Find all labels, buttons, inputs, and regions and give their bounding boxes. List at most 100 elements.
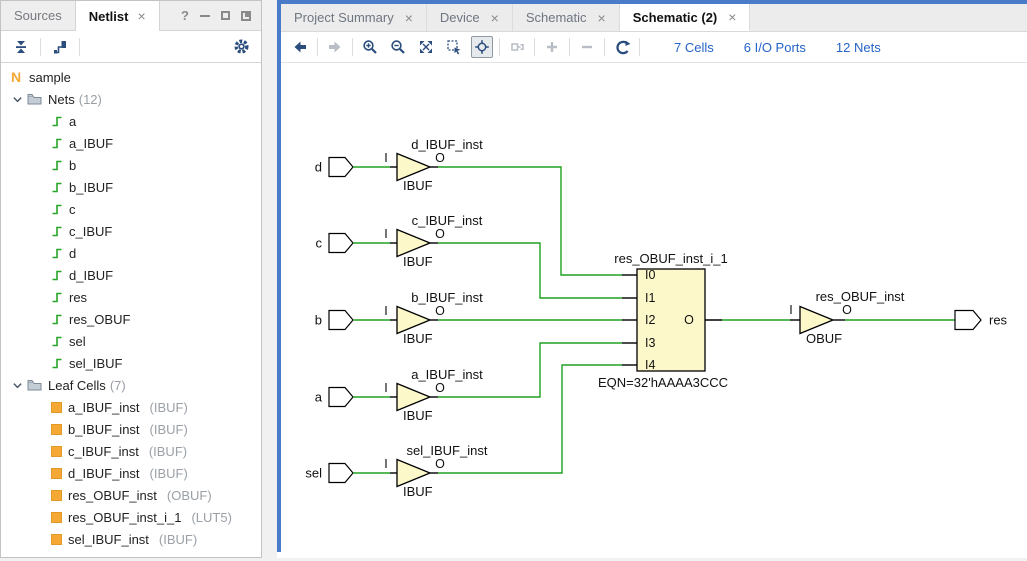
list-item[interactable]: sel_IBUF_inst(IBUF)	[1, 528, 261, 550]
list-item[interactable]: d	[1, 242, 261, 264]
list-item[interactable]: res_OBUF_inst(OBUF)	[1, 484, 261, 506]
expand-netlist-button[interactable]	[49, 36, 71, 58]
list-item[interactable]: b_IBUF	[1, 176, 261, 198]
zoom-fit-icon	[418, 39, 434, 55]
gear-icon	[233, 38, 250, 55]
obuf-cell[interactable]	[800, 307, 833, 334]
cell-icon	[51, 534, 62, 545]
list-item[interactable]: c	[1, 198, 261, 220]
tree-group-leaf-cells[interactable]: Leaf Cells (7)	[1, 374, 261, 396]
net-icon	[51, 335, 63, 347]
schematic-panel: Project Summary × Device × Schematic × S…	[277, 0, 1027, 558]
net-icon	[51, 137, 63, 149]
net-icon	[51, 115, 63, 127]
cell-icon	[51, 512, 62, 523]
ibuf-cell[interactable]	[397, 384, 430, 411]
list-item[interactable]: a_IBUF_inst(IBUF)	[1, 396, 261, 418]
pin-o-label: O	[842, 303, 852, 317]
list-item[interactable]: a	[1, 110, 261, 132]
list-item[interactable]: d_IBUF_inst(IBUF)	[1, 462, 261, 484]
list-item[interactable]: sel_IBUF	[1, 352, 261, 374]
cell-type: (OBUF)	[167, 488, 212, 503]
list-item[interactable]: c_IBUF_inst(IBUF)	[1, 440, 261, 462]
input-port[interactable]	[329, 158, 353, 177]
instance-label: res_OBUF_inst	[816, 289, 905, 304]
list-item[interactable]: res	[1, 286, 261, 308]
left-panel-tabbar: Sources Netlist × ?	[1, 1, 261, 31]
tab-device[interactable]: Device ×	[427, 4, 513, 31]
tab-netlist[interactable]: Netlist ×	[75, 1, 160, 31]
list-item[interactable]: b_IBUF_inst(IBUF)	[1, 418, 261, 440]
chevron-down-icon[interactable]	[12, 94, 25, 105]
collapse-all-button[interactable]	[10, 36, 32, 58]
root-label: sample	[29, 70, 71, 85]
cell-type: (IBUF)	[149, 444, 187, 459]
cell-type: (IBUF)	[150, 466, 188, 481]
close-icon[interactable]: ×	[598, 11, 606, 25]
net-name: res_OBUF	[69, 312, 130, 327]
netlist-icon	[52, 39, 68, 55]
close-icon[interactable]: ×	[137, 9, 145, 23]
net-icon	[51, 225, 63, 237]
lut-pin-i1: I1	[645, 291, 655, 305]
schematic-canvas[interactable]: d I O d_IBUF_inst IBUF c I O	[277, 63, 1027, 558]
minus-icon	[579, 39, 595, 55]
tab-project-summary[interactable]: Project Summary ×	[281, 4, 427, 31]
forward-button[interactable]	[324, 36, 346, 58]
minimize-icon[interactable]	[200, 15, 210, 17]
tab-label: Device	[440, 10, 480, 25]
cell-type-label: IBUF	[403, 254, 433, 269]
tab-sources[interactable]: Sources	[1, 1, 75, 30]
regenerate-button[interactable]	[611, 36, 633, 58]
list-item[interactable]: res_OBUF	[1, 308, 261, 330]
list-item[interactable]: res_OBUF_inst_i_1(LUT5)	[1, 506, 261, 528]
maximize-icon[interactable]	[221, 11, 230, 20]
ibuf-cell[interactable]	[397, 230, 430, 257]
zoom-in-button[interactable]	[359, 36, 381, 58]
remove-button[interactable]	[576, 36, 598, 58]
tab-schematic[interactable]: Schematic ×	[513, 4, 620, 31]
divider	[569, 38, 570, 56]
autofit-selection-button[interactable]	[471, 36, 493, 58]
add-button[interactable]	[541, 36, 563, 58]
pin-i-label: I	[384, 381, 387, 395]
output-port[interactable]	[955, 311, 981, 330]
close-icon[interactable]: ×	[491, 11, 499, 25]
float-icon[interactable]	[241, 11, 251, 21]
zoom-fit-button[interactable]	[415, 36, 437, 58]
list-item[interactable]: c_IBUF	[1, 220, 261, 242]
tree-root[interactable]: N sample	[1, 66, 261, 88]
tree-group-nets[interactable]: Nets (12)	[1, 88, 261, 110]
zoom-area-button[interactable]	[443, 36, 465, 58]
list-item[interactable]: a_IBUF	[1, 132, 261, 154]
help-icon[interactable]: ?	[181, 8, 189, 23]
settings-button[interactable]	[230, 36, 252, 58]
list-item[interactable]: d_IBUF	[1, 264, 261, 286]
netlist-tree: N sample Nets (12) a a_IBUF b b_IBUF c c…	[1, 63, 261, 550]
chevron-down-icon[interactable]	[12, 380, 25, 391]
input-port[interactable]	[329, 388, 353, 407]
ibuf-cell[interactable]	[397, 154, 430, 181]
list-item[interactable]: b	[1, 154, 261, 176]
list-item[interactable]: sel	[1, 330, 261, 352]
cell-type-label: IBUF	[403, 408, 433, 423]
ibuf-cell[interactable]	[397, 307, 430, 334]
group-count: (12)	[79, 92, 102, 107]
net-icon	[51, 159, 63, 171]
close-icon[interactable]: ×	[728, 10, 736, 24]
net-name: c_IBUF	[69, 224, 112, 239]
back-button[interactable]	[289, 36, 311, 58]
ibuf-cell[interactable]	[397, 460, 430, 487]
instance-label: b_IBUF_inst	[411, 290, 483, 305]
tab-schematic-2[interactable]: Schematic (2) ×	[620, 4, 751, 31]
input-port[interactable]	[329, 464, 353, 483]
input-port[interactable]	[329, 234, 353, 253]
elide-button[interactable]	[506, 36, 528, 58]
folder-icon	[27, 93, 42, 105]
close-icon[interactable]: ×	[405, 11, 413, 25]
io-ports-link[interactable]: 6 I/O Ports	[744, 40, 806, 55]
zoom-out-button[interactable]	[387, 36, 409, 58]
nets-link[interactable]: 12 Nets	[836, 40, 881, 55]
input-port[interactable]	[329, 311, 353, 330]
cells-link[interactable]: 7 Cells	[674, 40, 714, 55]
